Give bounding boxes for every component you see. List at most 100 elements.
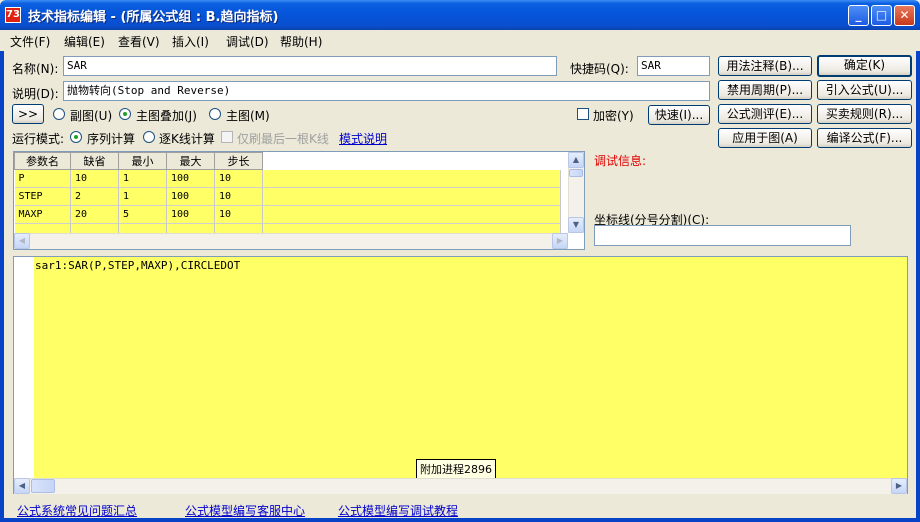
param-filler-cell bbox=[262, 187, 561, 206]
encrypt-checkbox[interactable] bbox=[577, 108, 589, 120]
axis-lines-input[interactable] bbox=[594, 225, 851, 246]
params-header-min[interactable]: 最小 bbox=[118, 152, 167, 170]
formula-eval-button[interactable]: 公式测评(E)... bbox=[718, 104, 812, 124]
close-button[interactable]: ✕ bbox=[894, 5, 915, 26]
run-mode-per-bar-label: 逐K线计算 bbox=[159, 132, 215, 146]
close-icon: ✕ bbox=[899, 8, 910, 22]
params-scroll-thumb[interactable] bbox=[569, 169, 583, 177]
import-formula-button[interactable]: 引入公式(U)... bbox=[817, 80, 912, 100]
run-mode-label: 运行模式: bbox=[12, 132, 65, 146]
param-step-cell[interactable]: 10 bbox=[214, 205, 263, 224]
param-min-cell[interactable]: 1 bbox=[118, 187, 167, 206]
param-max-cell[interactable]: 100 bbox=[166, 187, 215, 206]
menu-debug[interactable]: 调试(D) bbox=[226, 33, 269, 50]
display-main-overlay-label: 主图叠加(J) bbox=[136, 109, 197, 123]
shortcut-input[interactable]: SAR bbox=[637, 56, 710, 76]
param-step-cell[interactable]: 10 bbox=[214, 169, 263, 188]
editor-scroll-right-button[interactable]: ▶ bbox=[891, 478, 907, 494]
menu-file[interactable]: 文件(F) bbox=[10, 33, 50, 50]
editor-scroll-left-button[interactable]: ◀ bbox=[14, 478, 30, 494]
param-filler-cell bbox=[262, 223, 561, 234]
params-header-step[interactable]: 步长 bbox=[214, 152, 263, 170]
triangle-down-icon: ▼ bbox=[572, 220, 580, 229]
param-min-cell[interactable]: 1 bbox=[118, 169, 167, 188]
params-scroll-up-button[interactable]: ▲ bbox=[568, 152, 584, 168]
chevron-left-icon: ◀ bbox=[18, 481, 26, 490]
debug-info-label: 调试信息: bbox=[594, 154, 647, 168]
quick-button[interactable]: 快速(I)... bbox=[648, 105, 710, 125]
param-step-cell[interactable] bbox=[214, 223, 263, 234]
disable-period-button[interactable]: 禁用周期(P)... bbox=[718, 80, 812, 100]
param-max-cell[interactable]: 100 bbox=[166, 169, 215, 188]
minimize-button[interactable]: _ bbox=[848, 5, 869, 26]
param-filler-cell bbox=[262, 169, 561, 188]
description-label: 说明(D): bbox=[12, 87, 59, 101]
params-header-name[interactable]: 参数名 bbox=[14, 152, 71, 170]
minimize-icon: _ bbox=[855, 8, 862, 22]
footer-link-tutorial[interactable]: 公式模型编写调试教程 bbox=[338, 502, 458, 519]
param-max-cell[interactable] bbox=[166, 223, 215, 234]
app-icon: 73 bbox=[5, 7, 21, 23]
encrypt-label: 加密(Y) bbox=[593, 109, 634, 123]
chevron-right-icon: ▶ bbox=[556, 236, 564, 245]
editor-horizontal-scrollbar[interactable] bbox=[14, 478, 907, 494]
editor-scroll-thumb[interactable] bbox=[31, 479, 55, 493]
maximize-button[interactable]: □ bbox=[871, 5, 892, 26]
window-title: 技术指标编辑 - (所属公式组 : B.趋向指标) bbox=[28, 10, 279, 25]
param-name-cell[interactable]: STEP bbox=[14, 187, 71, 206]
menu-edit[interactable]: 编辑(E) bbox=[64, 33, 105, 50]
menu-help[interactable]: 帮助(H) bbox=[280, 33, 322, 50]
display-main-overlay-radio[interactable] bbox=[119, 108, 131, 120]
process-tooltip: 附加进程2896 bbox=[416, 459, 496, 479]
run-mode-sequence-radio[interactable] bbox=[70, 131, 82, 143]
table-row[interactable] bbox=[14, 223, 561, 234]
param-min-cell[interactable] bbox=[118, 223, 167, 234]
table-row[interactable]: STEP 2 1 100 10 bbox=[14, 187, 561, 206]
display-main-label: 主图(M) bbox=[226, 109, 270, 123]
param-filler-cell bbox=[262, 205, 561, 224]
expand-button[interactable]: >> bbox=[12, 104, 44, 124]
table-row[interactable]: MAXP 20 5 100 10 bbox=[14, 205, 561, 224]
apply-to-chart-button[interactable]: 应用于图(A) bbox=[718, 128, 812, 148]
usage-notes-button[interactable]: 用法注释(B)... bbox=[718, 56, 812, 76]
name-label: 名称(N): bbox=[12, 62, 59, 76]
confirm-button[interactable]: 确定(K) bbox=[817, 55, 912, 77]
display-subchart-radio[interactable] bbox=[53, 108, 65, 120]
trade-rules-button[interactable]: 买卖规则(R)... bbox=[817, 104, 912, 124]
param-name-cell[interactable] bbox=[14, 223, 71, 234]
table-row[interactable]: P 10 1 100 10 bbox=[14, 169, 561, 188]
params-scroll-left-button[interactable]: ◀ bbox=[14, 233, 30, 249]
display-subchart-label: 副图(U) bbox=[70, 109, 113, 123]
description-input[interactable]: 抛物转向(Stop and Reverse) bbox=[63, 81, 710, 101]
params-header-default[interactable]: 缺省 bbox=[70, 152, 119, 170]
params-scroll-down-button[interactable]: ▼ bbox=[568, 217, 584, 233]
param-step-cell[interactable]: 10 bbox=[214, 187, 263, 206]
param-default-cell[interactable]: 2 bbox=[70, 187, 119, 206]
param-default-cell[interactable] bbox=[70, 223, 119, 234]
chevron-left-icon: ◀ bbox=[18, 236, 26, 245]
run-mode-sequence-label: 序列计算 bbox=[87, 132, 136, 146]
run-mode-per-bar-radio[interactable] bbox=[143, 131, 155, 143]
menu-insert[interactable]: 插入(I) bbox=[172, 33, 209, 50]
name-input[interactable]: SAR bbox=[63, 56, 557, 76]
mode-help-link[interactable]: 模式说明 bbox=[339, 130, 387, 147]
param-default-cell[interactable]: 20 bbox=[70, 205, 119, 224]
formula-code[interactable]: sar1:SAR(P,STEP,MAXP),CIRCLEDOT bbox=[35, 259, 240, 272]
params-scroll-right-button[interactable]: ▶ bbox=[552, 233, 568, 249]
param-default-cell[interactable]: 10 bbox=[70, 169, 119, 188]
footer-link-support[interactable]: 公式模型编写客服中心 bbox=[185, 502, 305, 519]
param-min-cell[interactable]: 5 bbox=[118, 205, 167, 224]
display-main-radio[interactable] bbox=[209, 108, 221, 120]
compile-button[interactable]: 编译公式(F)... bbox=[817, 128, 912, 148]
params-horizontal-scrollbar[interactable] bbox=[14, 233, 568, 249]
param-name-cell[interactable]: MAXP bbox=[14, 205, 71, 224]
menu-view[interactable]: 查看(V) bbox=[118, 33, 160, 50]
last-bar-only-label: 仅刷最后一根K线 bbox=[237, 132, 329, 146]
maximize-icon: □ bbox=[875, 8, 888, 22]
editor-gutter bbox=[14, 257, 34, 479]
param-name-cell[interactable]: P bbox=[14, 169, 71, 188]
params-header-max[interactable]: 最大 bbox=[166, 152, 215, 170]
param-max-cell[interactable]: 100 bbox=[166, 205, 215, 224]
last-bar-only-checkbox[interactable] bbox=[221, 131, 233, 143]
footer-link-faq[interactable]: 公式系统常见问题汇总 bbox=[17, 502, 137, 519]
